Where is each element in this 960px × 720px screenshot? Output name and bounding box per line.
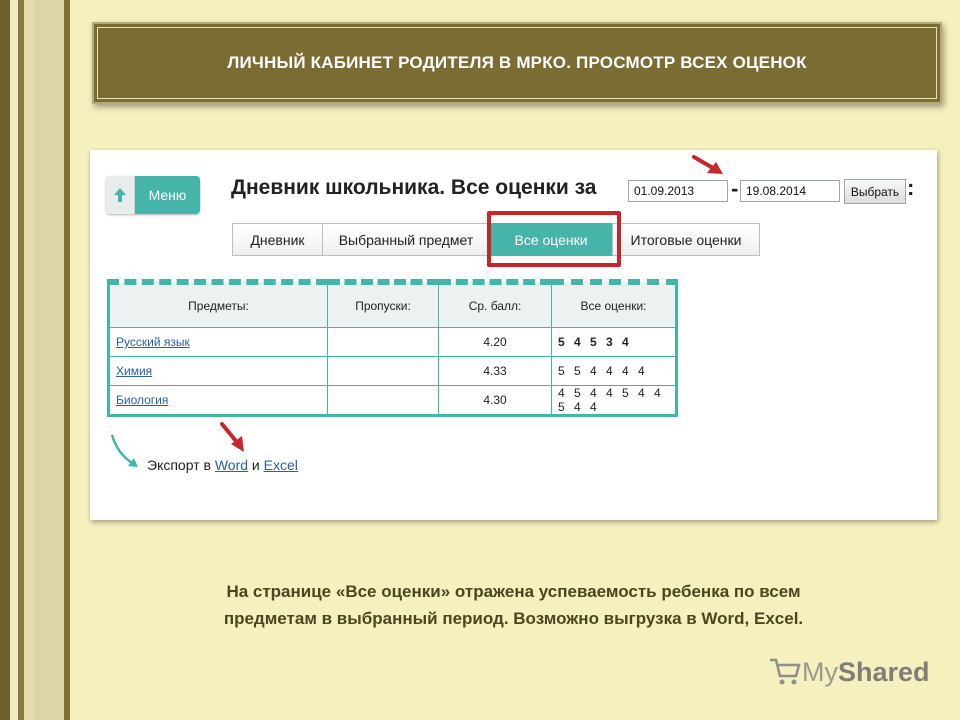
tab-final-grades[interactable]: Итоговые оценки (612, 223, 760, 256)
active-tab-highlight (487, 211, 621, 267)
date-range-dash: - (731, 176, 739, 201)
curved-arrow-icon (110, 434, 138, 467)
subject-link-chemistry[interactable]: Химия (116, 364, 152, 378)
header-absences: Пропуски: (327, 279, 439, 328)
header-subjects: Предметы: (108, 279, 328, 328)
subject-link-russian[interactable]: Русский язык (116, 335, 190, 349)
logo-text-shared: Shared (838, 656, 930, 687)
table-row: Химия 4.33 5 5 4 4 4 4 (108, 356, 677, 386)
average-cell: 4.33 (438, 356, 552, 386)
grades-table: Предметы: Пропуски: Ср. балл: Все оценки… (107, 279, 678, 417)
slide-title: ЛИЧНЫЙ КАБИНЕТ РОДИТЕЛЯ В МРКО. ПРОСМОТР… (227, 53, 807, 72)
menu-button[interactable]: Меню (106, 176, 200, 214)
screenshot-panel: Меню Дневник школьника. Все оценки за 01… (90, 150, 937, 520)
date-to-input[interactable]: 19.08.2014 (740, 180, 840, 202)
export-excel-link[interactable]: Excel (264, 457, 298, 473)
export-prefix: Экспорт в (147, 457, 211, 473)
red-arrow-icon (692, 155, 723, 174)
table-row: Русский язык 4.20 5 4 5 3 4 (108, 327, 677, 357)
cart-icon (770, 658, 801, 685)
title-banner: ЛИЧНЫЙ КАБИНЕТ РОДИТЕЛЯ В МРКО. ПРОСМОТР… (92, 22, 942, 104)
slide-caption: На странице «Все оценки» отражена успева… (90, 578, 937, 632)
menu-button-label: Меню (135, 176, 200, 214)
subject-link-biology[interactable]: Биология (116, 393, 168, 407)
export-line: Экспорт в Word и Excel (147, 457, 298, 473)
absences-cell (327, 385, 439, 416)
table-header-row: Предметы: Пропуски: Ср. балл: Все оценки… (108, 279, 677, 328)
red-arrow-icon (220, 422, 244, 452)
heading-colon: : (907, 175, 915, 200)
absences-cell (327, 327, 439, 357)
absences-cell (327, 356, 439, 386)
caption-line-1: На странице «Все оценки» отражена успева… (226, 582, 801, 601)
average-cell: 4.20 (438, 327, 552, 357)
caption-line-2: предметам в выбранный период. Возможно в… (223, 609, 804, 628)
select-button[interactable]: Выбрать (844, 179, 906, 204)
diary-heading: Дневник школьника. Все оценки за (231, 176, 597, 199)
header-all-grades: Все оценки: (551, 279, 677, 328)
header-average: Ср. балл: (438, 279, 552, 328)
arrow-up-icon (106, 176, 135, 214)
myshared-logo: MyShared (768, 656, 930, 688)
export-word-link[interactable]: Word (215, 457, 248, 473)
grades-cell: 4 5 4 4 5 4 4 5 4 4 (551, 385, 677, 416)
tab-diary[interactable]: Дневник (232, 223, 323, 256)
left-decorative-stripes (0, 0, 72, 720)
table-row: Биология 4.30 4 5 4 4 5 4 4 5 4 4 (108, 385, 677, 416)
date-from-input[interactable]: 01.09.2013 (628, 180, 728, 202)
tab-selected-subject[interactable]: Выбранный предмет (322, 223, 490, 256)
logo-text-my: My (802, 656, 838, 687)
average-cell: 4.30 (438, 385, 552, 416)
grades-cell: 5 4 5 3 4 (551, 327, 677, 357)
grades-cell: 5 5 4 4 4 4 (551, 356, 677, 386)
export-and: и (251, 457, 260, 473)
